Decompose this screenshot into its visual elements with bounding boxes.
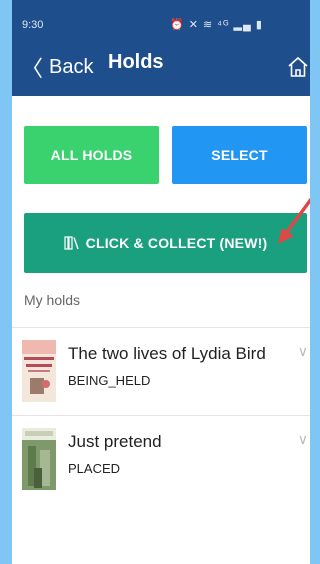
- chevron-down-icon[interactable]: ∨: [298, 344, 308, 360]
- back-button[interactable]: 〈 Back: [21, 51, 93, 83]
- chevron-down-icon[interactable]: ∨: [298, 432, 308, 448]
- status-icons: ⏰ ✕ ≋ ⁴ᴳ ▂▄ ▮: [170, 19, 263, 31]
- hold-status: PLACED: [68, 461, 121, 476]
- hold-status: BEING_HELD: [68, 373, 151, 388]
- my-holds-heading: My holds: [24, 292, 81, 308]
- hold-item-just-pretend[interactable]: Just pretend PLACED ∨: [12, 416, 310, 504]
- app-bar: 〈 Back Holds: [12, 40, 310, 96]
- book-cover-image: [22, 340, 56, 402]
- hold-item-lydia-bird[interactable]: The two lives of Lydia Bird BEING_HELD ∨: [12, 328, 310, 416]
- hold-title: The two lives of Lydia Bird: [68, 344, 266, 363]
- all-holds-button[interactable]: ALL HOLDS: [24, 126, 159, 184]
- phone-screen: 9:30 ⏰ ✕ ≋ ⁴ᴳ ▂▄ ▮ 〈 Back Holds ALL HOLD…: [12, 0, 310, 564]
- chevron-left-icon: 〈: [21, 57, 44, 82]
- home-icon[interactable]: [286, 54, 310, 80]
- status-bar: 9:30 ⏰ ✕ ≋ ⁴ᴳ ▂▄ ▮: [12, 0, 310, 40]
- all-holds-label: ALL HOLDS: [50, 147, 133, 163]
- select-button[interactable]: SELECT: [172, 126, 307, 184]
- status-time: 9:30: [22, 19, 44, 31]
- page-title: Holds: [108, 51, 164, 73]
- back-label: Back: [49, 55, 94, 78]
- click-collect-label: CLICK & COLLECT (NEW!): [85, 235, 268, 251]
- select-label: SELECT: [211, 147, 268, 163]
- book-cover-image: [22, 428, 56, 490]
- click-collect-button[interactable]: CLICK & COLLECT (NEW!): [24, 213, 307, 273]
- hold-title: Just pretend: [68, 432, 162, 451]
- annotation-arrow: [278, 197, 310, 244]
- books-icon: [64, 236, 79, 250]
